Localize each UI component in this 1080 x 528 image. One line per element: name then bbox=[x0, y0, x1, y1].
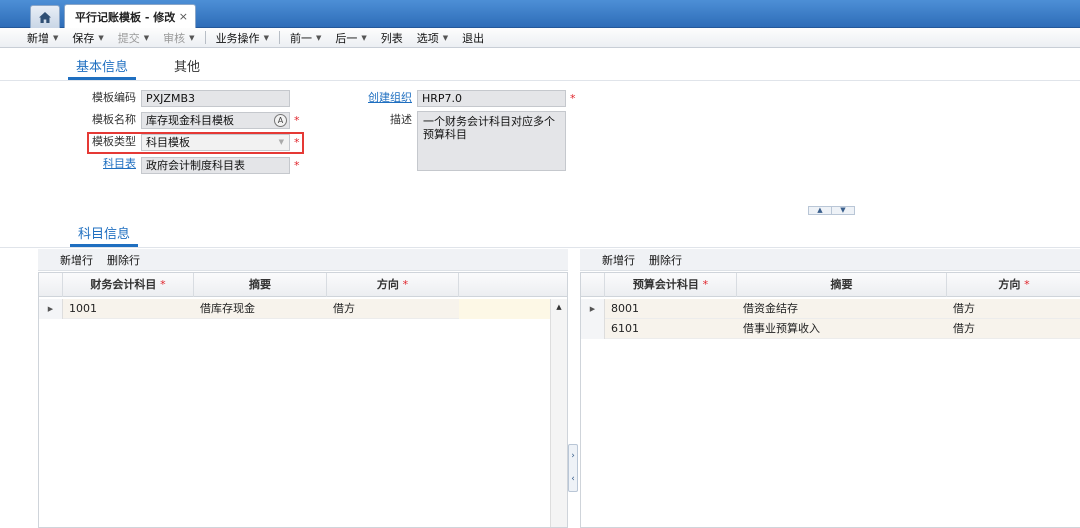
row-header-spacer bbox=[39, 273, 63, 297]
chevron-up-icon[interactable]: ▲ bbox=[809, 207, 832, 214]
row-pointer-icon: ▶ bbox=[39, 299, 63, 319]
scroll-up-icon[interactable]: ▲ bbox=[551, 299, 567, 315]
chevron-down-icon: ▼ bbox=[442, 33, 449, 42]
cell-direction[interactable]: 借方 bbox=[947, 299, 1080, 319]
main-toolbar: 新增 ▼ 保存 ▼ 提交 ▼ 审核 ▼ 业务操作 ▼ 前一 ▼ 后一 ▼ 列表 选项 ▼ 退出 bbox=[0, 28, 1080, 48]
required-mark: * bbox=[294, 114, 300, 127]
section-tabs: 基本信息 其他 bbox=[0, 56, 1080, 81]
right-grid-toolbar: 新增行 删除行 bbox=[580, 249, 1080, 271]
cell-direction[interactable]: 借方 bbox=[947, 319, 1080, 339]
right-grid: 预算会计科目 * 摘要 方向 * ▶ 8001 借资金结存 借方 6101 借事… bbox=[580, 272, 1080, 528]
account-table-field[interactable]: 政府会计制度科目表 bbox=[141, 157, 290, 174]
cell-direction[interactable]: 借方 bbox=[327, 299, 459, 319]
left-grid: 财务会计科目 * 摘要 方向 * ▶ 1001 借库存现金 借方 ▲ bbox=[38, 272, 568, 528]
toolbar-divider bbox=[204, 31, 206, 44]
toolbar-divider bbox=[278, 31, 280, 44]
cell-summary[interactable]: 借库存现金 bbox=[194, 299, 327, 319]
cell-account-code[interactable]: 1001 bbox=[63, 299, 194, 319]
created-org-label[interactable]: 创建组织 bbox=[340, 90, 412, 106]
home-icon bbox=[39, 11, 51, 23]
left-grid-toolbar: 新增行 删除行 bbox=[38, 249, 568, 271]
chevron-down-icon[interactable]: ▼ bbox=[832, 207, 854, 214]
close-icon[interactable]: × bbox=[179, 10, 188, 23]
table-row[interactable]: ▶ 1001 借库存现金 借方 bbox=[39, 299, 552, 319]
row-header-spacer bbox=[581, 273, 605, 297]
left-grid-scrollbar[interactable]: ▲ bbox=[550, 299, 567, 527]
options-button[interactable]: 选项 ▼ bbox=[410, 29, 455, 47]
right-grid-header: 预算会计科目 * 摘要 方向 * bbox=[581, 273, 1080, 297]
chevron-down-icon: ▼ bbox=[98, 33, 104, 42]
cell-summary[interactable]: 借资金结存 bbox=[737, 299, 947, 319]
account-section-title[interactable]: 科目信息 bbox=[70, 227, 139, 247]
chevron-right-icon[interactable]: › bbox=[569, 445, 577, 468]
tab-title: 平行记账模板 - 修改 bbox=[75, 10, 176, 24]
previous-button[interactable]: 前一 ▼ bbox=[283, 29, 328, 47]
column-header-spacer bbox=[459, 273, 567, 297]
account-table-label[interactable]: 科目表 bbox=[60, 156, 136, 172]
template-type-value: 科目模板 bbox=[146, 136, 190, 149]
tab-strip: 平行记账模板 - 修改 × bbox=[0, 0, 1080, 28]
column-header[interactable]: 预算会计科目 * bbox=[605, 273, 737, 297]
chevron-down-icon: ▼ bbox=[315, 33, 322, 42]
chevron-down-icon: ▼ bbox=[143, 33, 150, 42]
template-type-select[interactable]: 科目模板 ▼ bbox=[141, 134, 290, 151]
required-mark: * bbox=[294, 136, 300, 149]
template-code-label: 模板编码 bbox=[92, 91, 136, 104]
tab-other[interactable]: 其他 bbox=[166, 60, 208, 80]
cell-empty[interactable] bbox=[459, 299, 552, 319]
template-type-label: 模板类型 bbox=[92, 135, 136, 148]
audit-button[interactable]: 审核 ▼ bbox=[156, 29, 201, 47]
next-button[interactable]: 后一 ▼ bbox=[328, 29, 373, 47]
tab-template-edit[interactable]: 平行记账模板 - 修改 × bbox=[64, 4, 196, 28]
tab-basic-info[interactable]: 基本信息 bbox=[68, 60, 137, 80]
cell-summary[interactable]: 借事业预算收入 bbox=[737, 319, 947, 339]
chevron-left-icon[interactable]: ‹ bbox=[569, 468, 577, 491]
right-delete-row-button[interactable]: 删除行 bbox=[649, 252, 682, 268]
business-ops-button[interactable]: 业务操作 ▼ bbox=[209, 29, 276, 47]
left-delete-row-button[interactable]: 删除行 bbox=[107, 252, 140, 268]
home-tab[interactable] bbox=[30, 5, 60, 28]
template-code-field[interactable]: PXJZMB3 bbox=[141, 90, 290, 107]
created-org-field[interactable]: HRP7.0 bbox=[417, 90, 566, 107]
chevron-down-icon: ▼ bbox=[278, 138, 284, 146]
required-mark: * bbox=[570, 92, 576, 105]
cell-account-code[interactable]: 6101 bbox=[605, 319, 737, 339]
chevron-down-icon: ▼ bbox=[189, 33, 195, 42]
chevron-down-icon: ▼ bbox=[361, 33, 367, 42]
column-header[interactable]: 方向 * bbox=[947, 273, 1080, 297]
lookup-icon[interactable]: A bbox=[274, 114, 287, 127]
template-name-label: 模板名称 bbox=[92, 113, 136, 126]
column-header[interactable]: 财务会计科目 * bbox=[63, 273, 194, 297]
row-header bbox=[581, 319, 605, 339]
table-row[interactable]: 6101 借事业预算收入 借方 bbox=[581, 319, 1080, 339]
column-header[interactable]: 摘要 bbox=[737, 273, 947, 297]
column-header[interactable]: 方向 * bbox=[327, 273, 459, 297]
save-button[interactable]: 保存 ▼ bbox=[65, 29, 110, 47]
left-add-row-button[interactable]: 新增行 bbox=[60, 252, 93, 268]
submit-button[interactable]: 提交 ▼ bbox=[111, 29, 156, 47]
table-row[interactable]: ▶ 8001 借资金结存 借方 bbox=[581, 299, 1080, 319]
required-mark: * bbox=[294, 159, 300, 172]
column-header[interactable]: 摘要 bbox=[194, 273, 327, 297]
row-pointer-icon: ▶ bbox=[581, 299, 605, 319]
panel-splitter[interactable]: › ‹ bbox=[568, 444, 578, 492]
description-label: 描述 bbox=[390, 113, 412, 126]
right-add-row-button[interactable]: 新增行 bbox=[602, 252, 635, 268]
left-grid-header: 财务会计科目 * 摘要 方向 * bbox=[39, 273, 567, 297]
chevron-down-icon: ▼ bbox=[53, 33, 59, 42]
new-button[interactable]: 新增 ▼ bbox=[20, 29, 65, 47]
description-field[interactable]: 一个财务会计科目对应多个预算科目 bbox=[417, 111, 566, 171]
exit-button[interactable]: 退出 bbox=[455, 29, 491, 47]
account-section-header: 科目信息 bbox=[0, 224, 1080, 248]
cell-account-code[interactable]: 8001 bbox=[605, 299, 737, 319]
template-name-value: 库存现金科目模板 bbox=[146, 114, 234, 127]
collapse-control[interactable]: ▲ ▼ bbox=[808, 206, 855, 215]
chevron-down-icon: ▼ bbox=[263, 33, 269, 42]
list-button[interactable]: 列表 bbox=[374, 29, 410, 47]
template-name-field[interactable]: 库存现金科目模板 A bbox=[141, 112, 290, 129]
